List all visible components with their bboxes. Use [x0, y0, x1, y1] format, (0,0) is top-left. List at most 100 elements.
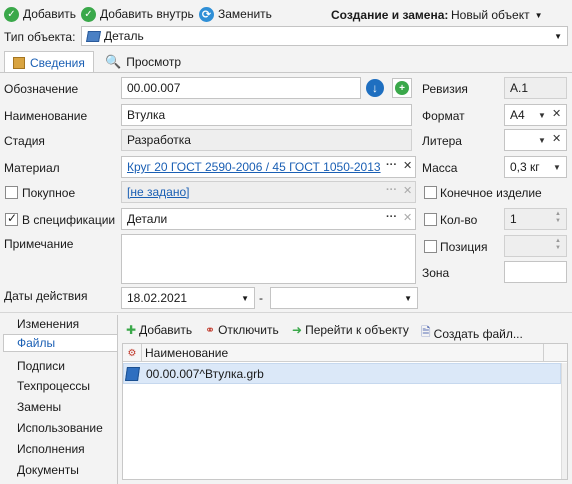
- files-add-button[interactable]: ✚ Добавить: [126, 323, 192, 337]
- format-label: Формат: [422, 109, 465, 123]
- side-tab-changes[interactable]: Изменения: [17, 317, 79, 331]
- add-check-icon: ✓: [4, 6, 19, 22]
- date-from-field[interactable]: 18.02.2021 ▼: [121, 287, 255, 309]
- mass-label: Масса: [422, 161, 458, 175]
- ellipsis-icon[interactable]: ···: [386, 159, 397, 171]
- new-file-icon: 🗎: [421, 325, 431, 339]
- spin-arrows-icon: ▲ ▼: [555, 238, 561, 251]
- in-spec-field[interactable]: Детали: [121, 208, 416, 230]
- mode-select[interactable]: Новый объект ▼: [451, 8, 543, 22]
- ellipsis-icon: ···: [386, 184, 397, 196]
- side-tab-executions[interactable]: Исполнения: [17, 442, 85, 456]
- file-name: 00.00.007^Втулка.grb: [146, 367, 264, 381]
- files-detach-button[interactable]: ⚭ Отключить: [205, 323, 279, 337]
- chevron-down-icon[interactable]: ▼: [538, 111, 546, 120]
- add-inside-label: Добавить внутрь: [100, 7, 194, 21]
- object-type-select[interactable]: Деталь ▼: [81, 26, 568, 46]
- date-separator: -: [259, 291, 263, 305]
- replace-button[interactable]: ⟳ Заменить: [199, 4, 272, 24]
- file-icon: [125, 367, 140, 381]
- material-link[interactable]: Круг 20 ГОСТ 2590-2006 / 45 ГОСТ 1050-20…: [127, 160, 381, 174]
- mode-label: Создание и замена:: [331, 8, 449, 22]
- side-tab-usage[interactable]: Использование: [17, 421, 103, 435]
- files-goto-label: Перейти к объекту: [305, 323, 409, 337]
- material-label: Материал: [4, 161, 60, 175]
- grid-settings-icon[interactable]: ⚙: [123, 344, 142, 362]
- in-spec-checkbox[interactable]: [5, 211, 18, 226]
- tab-info-label: Сведения: [30, 55, 85, 70]
- replace-label: Заменить: [218, 7, 272, 21]
- stage-field: Разработка: [121, 129, 412, 151]
- mode-value: Новый объект: [451, 8, 530, 22]
- final-product-label: Конечное изделие: [440, 186, 542, 200]
- grid-column-name[interactable]: Наименование: [145, 346, 228, 360]
- qty-label: Кол-во: [440, 213, 478, 227]
- download-icon[interactable]: ↓: [366, 79, 384, 97]
- revision-field: А.1: [504, 77, 567, 99]
- date-from-value: 18.02.2021: [127, 291, 188, 305]
- name-label: Наименование: [4, 109, 88, 123]
- tab-divider: [0, 72, 572, 73]
- add-inside-button[interactable]: ✓ Добавить внутрь: [81, 4, 194, 24]
- in-spec-value: Детали: [127, 212, 168, 226]
- qty-value: 1: [510, 212, 517, 226]
- add-button[interactable]: ✓ Добавить: [4, 4, 76, 24]
- goto-icon: ➜: [292, 323, 303, 337]
- name-field[interactable]: Втулка: [121, 104, 412, 126]
- chevron-down-icon[interactable]: ▼: [404, 294, 412, 303]
- position-label: Позиция: [440, 240, 488, 254]
- close-icon[interactable]: ✕: [552, 107, 561, 120]
- note-textarea[interactable]: [121, 234, 416, 284]
- grid-header-spacer: [543, 344, 567, 362]
- files-add-label: Добавить: [139, 323, 193, 337]
- position-checkbox[interactable]: [424, 240, 437, 253]
- grid-header: ⚙ Наименование: [123, 344, 567, 362]
- table-row[interactable]: 00.00.007^Втулка.grb: [123, 363, 561, 384]
- purchased-label: Покупное: [22, 186, 76, 200]
- files-create-button[interactable]: 🗎 Создать файл...: [421, 323, 523, 344]
- designation-field[interactable]: 00.00.007: [121, 77, 361, 99]
- ellipsis-icon[interactable]: ···: [386, 211, 397, 223]
- add-designation-button[interactable]: +: [392, 78, 412, 98]
- add-button-label: Добавить: [23, 7, 77, 21]
- date-to-field[interactable]: ▼: [270, 287, 418, 309]
- purchased-checkbox[interactable]: [5, 186, 18, 199]
- files-grid: ⚙ Наименование 00.00.007^Втулка.grb: [122, 343, 568, 480]
- plus-icon: +: [395, 81, 409, 95]
- material-field[interactable]: Круг 20 ГОСТ 2590-2006 / 45 ГОСТ 1050-20…: [121, 156, 416, 178]
- tab-view-label: Просмотр: [126, 55, 181, 69]
- side-tab-signatures[interactable]: Подписи: [17, 359, 65, 373]
- designation-value: 00.00.007: [127, 81, 181, 95]
- chevron-down-icon[interactable]: ▼: [553, 163, 561, 172]
- box-icon: [13, 56, 25, 69]
- close-icon: ✕: [403, 212, 413, 224]
- side-tab-techprocesses[interactable]: Техпроцессы: [17, 379, 90, 393]
- chevron-down-icon[interactable]: ▼: [241, 294, 249, 303]
- side-tab-files[interactable]: Файлы: [3, 334, 117, 352]
- final-product-checkbox[interactable]: [424, 186, 437, 199]
- qty-checkbox[interactable]: [424, 213, 437, 226]
- dates-label: Даты действия: [4, 289, 88, 303]
- unlink-icon: ⚭: [205, 323, 216, 337]
- chevron-down-icon[interactable]: ▼: [538, 136, 546, 145]
- tab-info[interactable]: Сведения: [4, 51, 94, 73]
- tab-view[interactable]: 🔍 Просмотр: [97, 51, 189, 73]
- magnifier-icon: 🔍: [105, 54, 122, 69]
- designation-label: Обозначение: [4, 82, 79, 96]
- revision-label: Ревизия: [422, 82, 468, 96]
- grid-scrollbar[interactable]: [561, 363, 567, 479]
- close-icon[interactable]: ✕: [403, 159, 412, 172]
- stage-label: Стадия: [4, 134, 45, 148]
- files-detach-label: Отключить: [218, 323, 279, 337]
- files-goto-button[interactable]: ➜ Перейти к объекту: [292, 323, 409, 337]
- side-tab-documents[interactable]: Документы: [17, 463, 79, 477]
- part-icon: [86, 30, 101, 42]
- in-spec-label: В спецификации: [22, 213, 116, 227]
- side-tab-replacements[interactable]: Замены: [17, 400, 61, 414]
- litera-label: Литера: [422, 134, 462, 148]
- refresh-icon: ⟳: [199, 6, 214, 22]
- zone-field[interactable]: [504, 261, 567, 283]
- close-icon: ✕: [403, 185, 413, 197]
- purchased-link[interactable]: [не задано]: [127, 185, 189, 199]
- close-icon[interactable]: ✕: [552, 132, 561, 145]
